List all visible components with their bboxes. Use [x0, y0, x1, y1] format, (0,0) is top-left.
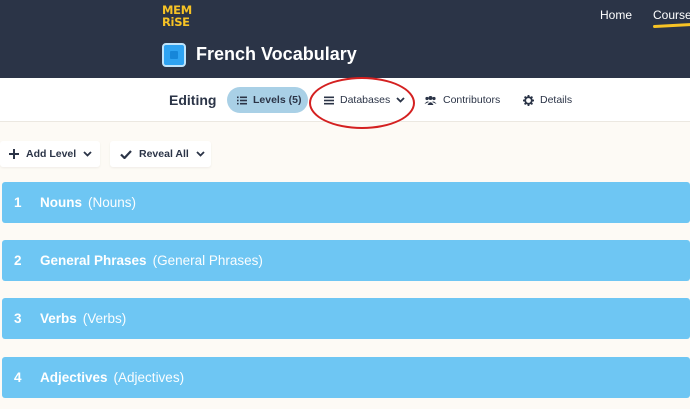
list-icon — [237, 96, 247, 105]
tab-details-label: Details — [540, 94, 573, 106]
users-icon — [424, 95, 437, 105]
course-title[interactable]: French Vocabulary — [196, 44, 357, 65]
level-subtitle: (Verbs) — [82, 311, 127, 326]
level-number: 2 — [14, 253, 22, 268]
level-row[interactable]: 3 Verbs (Verbs) — [2, 298, 690, 339]
tab-contributors-label: Contributors — [443, 94, 501, 106]
chevron-down-icon — [83, 151, 92, 157]
plus-icon — [9, 149, 19, 159]
editing-label: Editing — [169, 92, 217, 108]
course-icon — [162, 43, 186, 67]
tab-contributors[interactable]: Contributors — [424, 87, 500, 113]
nav-courses[interactable]: Courses — [653, 8, 690, 26]
add-level-button[interactable]: Add Level — [0, 141, 100, 167]
chevron-down-icon — [396, 97, 405, 103]
reveal-all-label: Reveal All — [139, 148, 189, 160]
memrise-logo[interactable]: MEM RiSE — [162, 4, 194, 30]
level-name: General Phrases — [40, 253, 147, 268]
tab-levels-label: Levels (5) — [253, 94, 302, 106]
reveal-all-button[interactable]: Reveal All — [110, 141, 211, 167]
tab-details[interactable]: Details — [523, 87, 572, 113]
tab-databases[interactable]: Databases — [324, 87, 405, 113]
level-row[interactable]: 1 Nouns (Nouns) — [2, 182, 690, 223]
level-subtitle: (Adjectives) — [113, 370, 185, 385]
add-level-label: Add Level — [26, 148, 77, 160]
gear-icon — [523, 94, 534, 106]
level-name: Nouns — [40, 195, 82, 210]
editing-tabs-bar: Editing Levels (5) Databases Contributor… — [0, 78, 690, 122]
nav-home[interactable]: Home — [600, 8, 632, 26]
level-subtitle: (Nouns) — [88, 195, 137, 210]
top-header: MEM RiSE Home Courses French Vocabulary — [0, 0, 690, 78]
main-nav: Home Courses — [600, 8, 690, 26]
chevron-down-icon — [196, 151, 205, 157]
level-row[interactable]: 4 Adjectives (Adjectives) — [2, 357, 690, 398]
tab-levels[interactable]: Levels (5) — [227, 87, 308, 113]
level-row[interactable]: 2 General Phrases (General Phrases) — [2, 240, 690, 281]
level-number: 4 — [14, 370, 22, 385]
level-name: Adjectives — [40, 370, 108, 385]
level-number: 3 — [14, 311, 22, 326]
check-icon — [120, 149, 132, 159]
tab-databases-label: Databases — [340, 94, 391, 106]
level-name: Verbs — [40, 311, 77, 326]
menu-icon — [324, 96, 334, 105]
level-subtitle: (General Phrases) — [152, 253, 263, 268]
level-number: 1 — [14, 195, 22, 210]
